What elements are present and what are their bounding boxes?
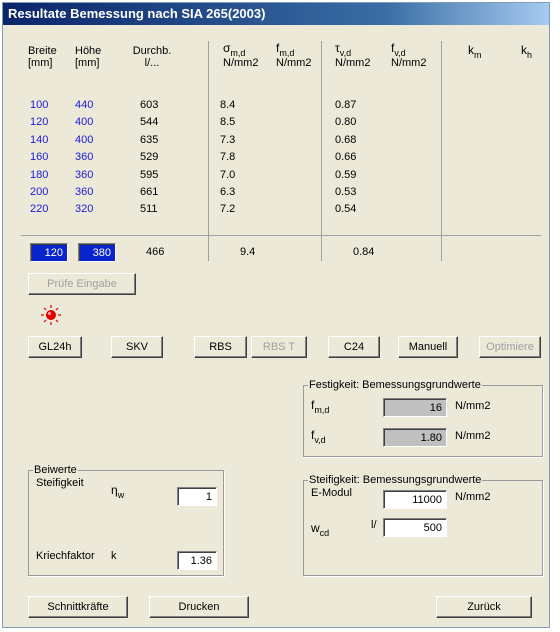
row-breite: 100 xyxy=(30,99,49,111)
row-breite: 220 xyxy=(30,203,49,216)
header-tau-vd: τv,d N/mm2 xyxy=(335,41,371,69)
row-hoehe: 400 xyxy=(75,116,94,129)
fmd-unit: N/mm2 xyxy=(455,400,491,412)
kriechfaktor-label: Kriechfaktor xyxy=(36,550,95,562)
column-divider xyxy=(321,41,322,261)
wcd-input[interactable]: 500 xyxy=(383,518,447,537)
fmd-field: 16 xyxy=(383,398,447,417)
row-tau: 0.66 xyxy=(335,151,357,164)
status-led-icon xyxy=(41,305,61,325)
emodul-label: E-Modul xyxy=(311,487,352,499)
column-divider xyxy=(208,41,209,261)
row-durchb: 544 xyxy=(140,116,159,129)
steifigkeit-label: Steifigkeit xyxy=(36,477,84,489)
zurueck-button[interactable]: Zurück xyxy=(436,596,532,618)
fvd-label: fv,d xyxy=(311,428,326,445)
optimiere-button[interactable]: Optimiere xyxy=(479,336,541,358)
rbs-button[interactable]: RBS xyxy=(194,336,247,358)
row-durchb: 661 xyxy=(140,186,159,198)
input-tau-value: 0.84 xyxy=(353,246,375,258)
header-breite: Breite [mm] xyxy=(28,45,57,69)
row-sigma: 6.3 xyxy=(220,186,236,198)
row-breite: 120 xyxy=(30,116,49,129)
wcd-label: wcd xyxy=(311,521,330,538)
skv-button[interactable]: SKV xyxy=(111,336,163,358)
row-hoehe: 360 xyxy=(75,168,94,181)
breite-input[interactable]: 120 xyxy=(30,243,68,262)
row-sigma: 7.8 xyxy=(220,151,236,164)
emodul-input[interactable]: 11000 xyxy=(383,490,447,509)
row-durchb: 603 xyxy=(140,99,159,111)
results-window: Resultate Bemessung nach SIA 265(2003) B… xyxy=(2,2,550,628)
k-symbol: k xyxy=(111,550,117,562)
row-durchb: 635 xyxy=(140,133,159,146)
row-sigma: 8.4 xyxy=(220,99,236,111)
row-breite: 140 xyxy=(30,133,49,146)
row-tau: 0.68 xyxy=(335,133,357,146)
header-sigma-md: σm,d N/mm2 xyxy=(223,41,259,69)
rbs-t-button[interactable]: RBS T xyxy=(251,336,307,358)
row-tau: 0.54 xyxy=(335,203,357,216)
row-hoehe: 440 xyxy=(75,99,94,111)
row-breite: 180 xyxy=(30,168,49,181)
c24-button[interactable]: C24 xyxy=(328,336,380,358)
steifigkeit-group: Steifigkeit: Bemessungsgrundwerte E-Modu… xyxy=(303,474,543,576)
fmd-label: fm,d xyxy=(311,398,330,415)
row-durchb: 595 xyxy=(140,168,159,181)
column-divider xyxy=(441,41,442,261)
header-durchb: Durchb. l/... xyxy=(132,45,172,69)
pruefe-eingabe-button[interactable]: Prüfe Eingabe xyxy=(28,273,136,295)
steifigkeit-input[interactable]: 1 xyxy=(177,487,217,506)
drucken-button[interactable]: Drucken xyxy=(149,596,249,618)
steifigkeit-title: Steifigkeit: Bemessungsgrundwerte xyxy=(308,474,483,486)
header-f-vd: fv,d N/mm2 xyxy=(391,41,427,69)
row-tau: 0.87 xyxy=(335,99,357,111)
row-sigma: 7.2 xyxy=(220,203,236,216)
row-hoehe: 400 xyxy=(75,133,94,146)
emodul-unit: N/mm2 xyxy=(455,491,491,503)
row-durchb: 529 xyxy=(140,151,159,164)
table-divider xyxy=(21,235,541,236)
fvd-unit: N/mm2 xyxy=(455,430,491,442)
beiwerte-group: Beiwerte Steifigkeit ηw 1 Kriechfaktor k… xyxy=(28,464,224,576)
hoehe-input[interactable]: 380 xyxy=(78,243,116,262)
input-sigma-value: 9.4 xyxy=(240,246,256,258)
row-breite: 200 xyxy=(30,186,49,198)
schnittkraefte-button[interactable]: Schnittkräfte xyxy=(28,596,128,618)
row-hoehe: 360 xyxy=(75,151,94,164)
beiwerte-title: Beiwerte xyxy=(33,464,78,476)
eta-w-symbol: ηw xyxy=(111,483,125,500)
row-sigma: 7.0 xyxy=(220,168,236,181)
header-f-md: fm,d N/mm2 xyxy=(276,41,312,69)
gl24h-button[interactable]: GL24h xyxy=(28,336,82,358)
window-title: Resultate Bemessung nach SIA 265(2003) xyxy=(3,3,549,25)
row-durchb: 511 xyxy=(140,203,158,216)
kriechfaktor-input[interactable]: 1.36 xyxy=(177,551,217,570)
row-sigma: 8.5 xyxy=(220,116,236,129)
festigkeit-group: Festigkeit: Bemessungsgrundwerte fm,d 16… xyxy=(303,379,543,457)
festigkeit-title: Festigkeit: Bemessungsgrundwerte xyxy=(308,379,482,391)
manuell-button[interactable]: Manuell xyxy=(398,336,458,358)
fvd-field: 1.80 xyxy=(383,428,447,447)
header-hoehe: Höhe [mm] xyxy=(75,45,102,69)
row-breite: 160 xyxy=(30,151,49,164)
wcd-prefix: l/ xyxy=(371,519,377,531)
header-k-m: km xyxy=(468,43,482,60)
row-tau: 0.53 xyxy=(335,186,357,198)
row-tau: 0.80 xyxy=(335,116,357,129)
header-k-h: kh xyxy=(521,43,533,60)
row-hoehe: 320 xyxy=(75,203,94,216)
row-hoehe: 360 xyxy=(75,186,94,198)
input-durchb-value: 466 xyxy=(146,246,165,258)
row-sigma: 7.3 xyxy=(220,133,236,146)
row-tau: 0.59 xyxy=(335,168,357,181)
